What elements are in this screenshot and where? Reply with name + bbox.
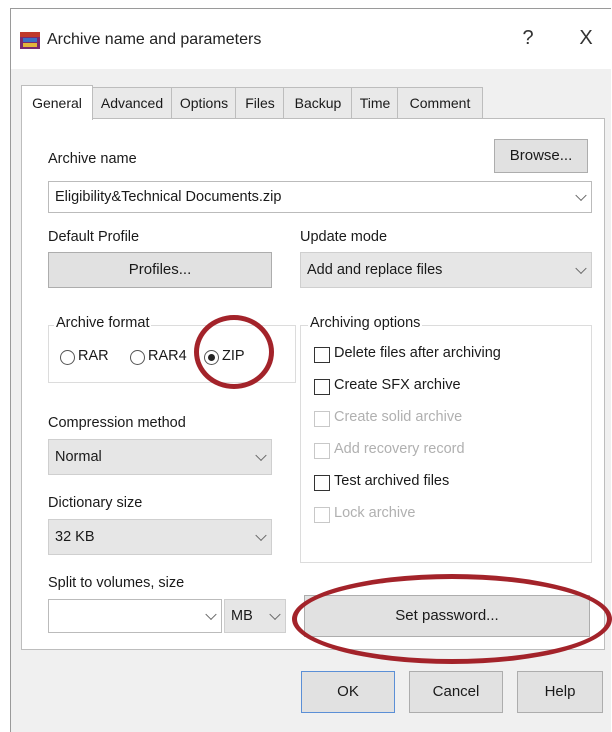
general-panel: Archive name Browse... Eligibility&Techn… — [21, 118, 612, 664]
help-button[interactable]: Help — [517, 671, 603, 713]
title-bar: Archive name and parameters ? X — [11, 9, 611, 69]
archive-name-label: Archive name — [48, 151, 137, 167]
chevron-down-icon[interactable] — [255, 449, 267, 462]
radio-rar[interactable] — [60, 350, 75, 365]
archive-name-value: Eligibility&Technical Documents.zip — [55, 189, 282, 205]
radio-rar4[interactable] — [130, 350, 145, 365]
tab-files[interactable]: Files — [235, 87, 285, 118]
tab-comment[interactable]: Comment — [397, 87, 483, 118]
checkbox-lock-archive — [314, 507, 330, 523]
radio-rar-label: RAR — [78, 348, 109, 364]
archive-name-combobox[interactable]: Eligibility&Technical Documents.zip — [48, 181, 592, 213]
profiles-button[interactable]: Profiles... — [48, 252, 272, 288]
compression-method-combobox[interactable]: Normal — [48, 439, 272, 475]
dictionary-size-value: 32 KB — [55, 529, 95, 545]
dictionary-size-label: Dictionary size — [48, 495, 143, 511]
chevron-down-icon[interactable] — [575, 189, 587, 202]
tab-backup[interactable]: Backup — [283, 87, 353, 118]
split-volumes-label: Split to volumes, size — [48, 575, 185, 591]
chevron-down-icon[interactable] — [269, 608, 281, 621]
update-mode-value: Add and replace files — [307, 262, 443, 278]
window-title: Archive name and parameters — [47, 31, 262, 48]
update-mode-combobox[interactable]: Add and replace files — [300, 252, 592, 288]
winrar-app-icon — [20, 32, 40, 49]
radio-zip-label: ZIP — [222, 348, 245, 364]
tab-advanced[interactable]: Advanced — [91, 87, 173, 118]
checkbox-lock-archive-label: Lock archive — [334, 505, 416, 521]
checkbox-delete-files[interactable] — [314, 347, 330, 363]
split-volumes-combobox[interactable] — [48, 599, 222, 633]
radio-zip[interactable] — [204, 350, 219, 365]
checkbox-create-solid-label: Create solid archive — [334, 409, 463, 425]
tab-options[interactable]: Options — [171, 87, 237, 118]
split-unit-value: MB — [231, 608, 253, 624]
checkbox-create-sfx-label: Create SFX archive — [334, 377, 461, 393]
chevron-down-icon[interactable] — [205, 608, 217, 621]
archive-dialog: Archive name and parameters ? X General … — [10, 8, 612, 732]
compression-method-value: Normal — [55, 449, 102, 465]
archiving-options-label: Archiving options — [308, 315, 423, 331]
ok-button[interactable]: OK — [301, 671, 395, 713]
tab-time[interactable]: Time — [351, 87, 399, 118]
split-unit-combobox[interactable]: MB — [224, 599, 286, 633]
checkbox-test-files[interactable] — [314, 475, 330, 491]
close-title-button[interactable]: X — [571, 27, 601, 50]
tab-general[interactable]: General — [21, 85, 93, 120]
browse-button[interactable]: Browse... — [494, 139, 588, 173]
checkbox-create-sfx[interactable] — [314, 379, 330, 395]
chevron-down-icon[interactable] — [255, 529, 267, 542]
cancel-button[interactable]: Cancel — [409, 671, 503, 713]
dictionary-size-combobox[interactable]: 32 KB — [48, 519, 272, 555]
chevron-down-icon[interactable] — [575, 262, 587, 275]
checkbox-recovery-record-label: Add recovery record — [334, 441, 465, 457]
set-password-button[interactable]: Set password... — [304, 595, 590, 637]
update-mode-label: Update mode — [300, 229, 388, 245]
help-title-button[interactable]: ? — [513, 27, 543, 50]
default-profile-label: Default Profile — [48, 229, 140, 245]
radio-rar4-label: RAR4 — [148, 348, 187, 364]
archive-format-label: Archive format — [54, 315, 152, 331]
checkbox-recovery-record — [314, 443, 330, 459]
checkbox-test-files-label: Test archived files — [334, 473, 450, 489]
checkbox-create-solid — [314, 411, 330, 427]
checkbox-delete-files-label: Delete files after archiving — [334, 345, 501, 361]
compression-method-label: Compression method — [48, 415, 186, 431]
